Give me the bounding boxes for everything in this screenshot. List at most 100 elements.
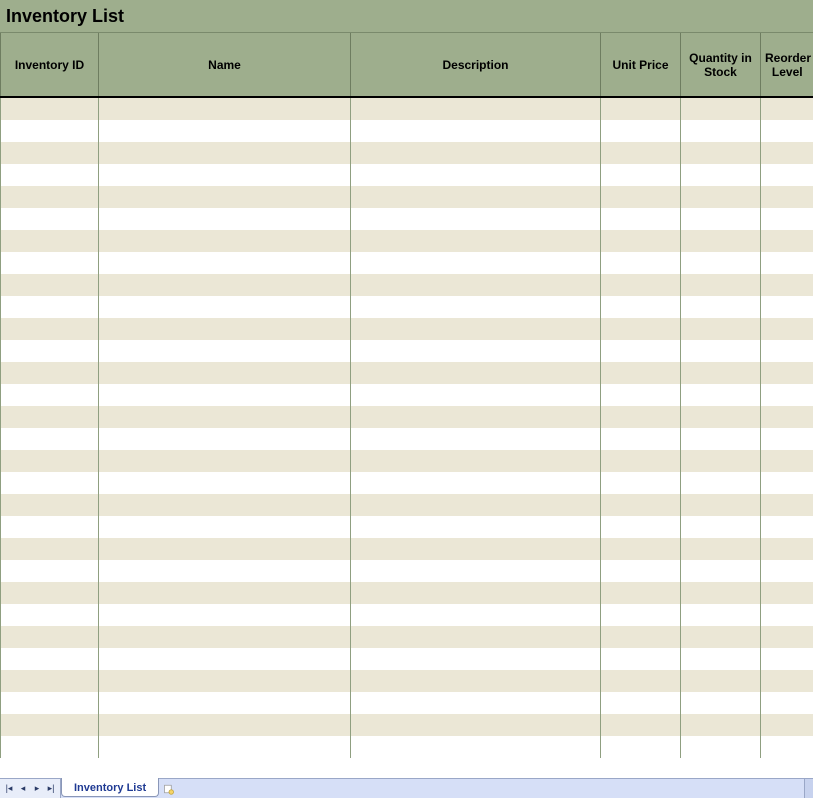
cell[interactable] [351,384,601,406]
cell[interactable] [681,494,761,516]
cell[interactable] [351,472,601,494]
cell[interactable] [351,516,601,538]
cell[interactable] [1,670,99,692]
cell[interactable] [1,252,99,274]
cell[interactable] [761,252,813,274]
cell[interactable] [1,318,99,340]
table-row[interactable] [1,714,813,736]
cell[interactable] [1,428,99,450]
cell[interactable] [1,582,99,604]
cell[interactable] [1,648,99,670]
col-unit-price[interactable]: Unit Price [601,33,681,97]
cell[interactable] [99,164,351,186]
cell[interactable] [351,670,601,692]
col-reorder-level[interactable]: Reorder Level [761,33,813,97]
cell[interactable] [761,516,813,538]
cell[interactable] [681,252,761,274]
cell[interactable] [681,692,761,714]
cell[interactable] [761,472,813,494]
cell[interactable] [99,736,351,758]
cell[interactable] [681,472,761,494]
cell[interactable] [351,582,601,604]
cell[interactable] [681,274,761,296]
cell[interactable] [681,516,761,538]
cell[interactable] [351,406,601,428]
cell[interactable] [681,604,761,626]
cell[interactable] [681,670,761,692]
cell[interactable] [1,714,99,736]
cell[interactable] [99,560,351,582]
cell[interactable] [99,120,351,142]
cell[interactable] [761,318,813,340]
cell[interactable] [601,296,681,318]
table-row[interactable] [1,142,813,164]
cell[interactable] [681,450,761,472]
cell[interactable] [681,120,761,142]
cell[interactable] [99,340,351,362]
cell[interactable] [1,692,99,714]
cell[interactable] [761,582,813,604]
col-name[interactable]: Name [99,33,351,97]
cell[interactable] [99,626,351,648]
first-sheet-button[interactable]: |◂ [2,780,16,798]
cell[interactable] [99,274,351,296]
table-row[interactable] [1,340,813,362]
cell[interactable] [351,340,601,362]
cell[interactable] [601,538,681,560]
cell[interactable] [351,494,601,516]
cell[interactable] [351,296,601,318]
cell[interactable] [601,516,681,538]
table-row[interactable] [1,626,813,648]
sheet-tab-inventory-list[interactable]: Inventory List [61,778,159,797]
table-row[interactable] [1,164,813,186]
cell[interactable] [681,582,761,604]
table-row[interactable] [1,98,813,120]
cell[interactable] [601,340,681,362]
cell[interactable] [99,318,351,340]
cell[interactable] [99,428,351,450]
table-row[interactable] [1,450,813,472]
cell[interactable] [99,252,351,274]
cell[interactable] [761,736,813,758]
cell[interactable] [601,406,681,428]
cell[interactable] [1,98,99,120]
cell[interactable] [1,164,99,186]
horizontal-scroll-stub[interactable] [804,779,813,798]
cell[interactable] [351,186,601,208]
cell[interactable] [601,208,681,230]
cell[interactable] [351,560,601,582]
table-row[interactable] [1,516,813,538]
table-row[interactable] [1,120,813,142]
table-row[interactable] [1,252,813,274]
cell[interactable] [681,538,761,560]
cell[interactable] [681,406,761,428]
cell[interactable] [351,626,601,648]
table-row[interactable] [1,538,813,560]
cell[interactable] [601,142,681,164]
table-row[interactable] [1,494,813,516]
cell[interactable] [761,274,813,296]
cell[interactable] [1,296,99,318]
cell[interactable] [761,560,813,582]
cell[interactable] [681,142,761,164]
cell[interactable] [351,120,601,142]
cell[interactable] [601,450,681,472]
prev-sheet-button[interactable]: ◂ [16,780,30,798]
cell[interactable] [351,714,601,736]
cell[interactable] [601,362,681,384]
cell[interactable] [99,582,351,604]
table-row[interactable] [1,692,813,714]
cell[interactable] [681,318,761,340]
cell[interactable] [601,164,681,186]
cell[interactable] [601,736,681,758]
cell[interactable] [681,736,761,758]
cell[interactable] [1,208,99,230]
table-row[interactable] [1,736,813,758]
cell[interactable] [99,670,351,692]
cell[interactable] [351,604,601,626]
cell[interactable] [1,494,99,516]
table-row[interactable] [1,318,813,340]
cell[interactable] [601,120,681,142]
cell[interactable] [99,362,351,384]
cell[interactable] [1,340,99,362]
